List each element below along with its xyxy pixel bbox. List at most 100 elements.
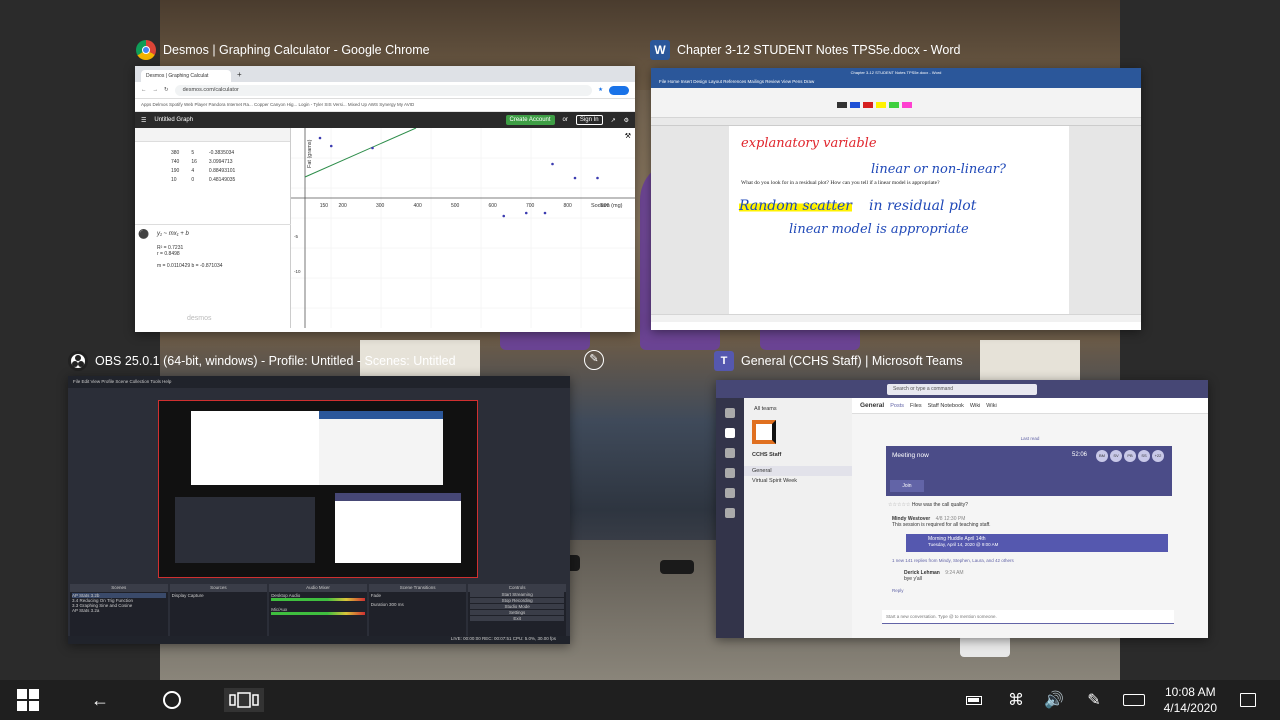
forward-icon[interactable]: → — [153, 87, 159, 93]
data-table[interactable]: 380 5 -0.3835034 740 16 3.0994713 190 4 0.884931… — [165, 148, 241, 184]
profile-avatar[interactable] — [609, 85, 629, 95]
data-table-cell[interactable]: 380 — [165, 148, 185, 157]
share-icon[interactable]: ↗ — [611, 117, 616, 124]
address-bar[interactable]: desmos.com/calculator — [174, 84, 593, 96]
meeting-card[interactable]: Meeting now 52:06 BM SV PB SS +22 Join — [886, 446, 1172, 496]
controls-dock[interactable]: Controls Start Streaming Stop Recording St… — [468, 584, 566, 642]
pen-icon[interactable] — [837, 102, 847, 108]
reload-icon[interactable]: ↻ — [164, 87, 169, 93]
source-item[interactable]: Display Capture — [172, 593, 266, 598]
teams-window-title[interactable]: T General (CCHS Staff) | Microsoft Teams — [714, 351, 963, 371]
task-view-icon[interactable] — [224, 688, 264, 712]
back-arrow-icon[interactable]: ← — [88, 688, 112, 712]
word-window-thumbnail[interactable]: Chapter 3-12 STUDENT Notes TPS5e.docx - … — [651, 68, 1141, 330]
graph-paper[interactable]: 150 200 300 400 500 600 700 800 900 -5 -10 Sodiu… — [291, 127, 635, 328]
teams-nav-icon[interactable] — [725, 428, 735, 438]
data-table-cell[interactable]: -0.3835034 — [203, 148, 241, 157]
data-table-cell[interactable]: 740 — [165, 157, 185, 166]
highlighter-icon[interactable] — [902, 102, 912, 108]
channel-virtual-spirit-week[interactable]: Virtual Spirit Week — [744, 476, 852, 486]
windows-start-icon[interactable] — [16, 688, 40, 712]
data-table-row[interactable]: 10 0 0.48149035 — [165, 175, 241, 184]
data-table-cell[interactable]: 5 — [185, 148, 203, 157]
expression-panel[interactable]: 380 5 -0.3835034 740 16 3.0994713 190 4 0.884931… — [135, 128, 291, 328]
new-tab-icon[interactable]: + — [237, 70, 242, 79]
volume-icon[interactable]: 🔊 — [1042, 688, 1066, 712]
create-account-button[interactable]: Create Account — [505, 115, 555, 125]
data-table-cell[interactable]: 0 — [185, 175, 203, 184]
graph-title[interactable]: Untitled Graph — [154, 117, 193, 123]
data-table-cell[interactable]: 0.48149035 — [203, 175, 241, 184]
data-table-cell[interactable]: 16 — [185, 157, 203, 166]
channel-general[interactable]: General — [744, 466, 852, 476]
transition-select[interactable]: Fade — [371, 593, 465, 598]
desmos-window-title[interactable]: Desmos | Graphing Calculator - Google Ch… — [136, 40, 430, 60]
teams-channel-list[interactable]: All teams CCHS Staff General Virtual Spi… — [744, 398, 852, 638]
pen-workspace-icon[interactable]: ✎ — [584, 350, 604, 370]
tab-files[interactable]: Files — [910, 403, 922, 409]
transition-duration[interactable]: Duration 300 ms — [371, 602, 465, 607]
data-table-row[interactable]: 190 4 0.88493101 — [165, 166, 241, 175]
desmos-window-thumbnail[interactable]: Desmos | Graphing Calculat + ← → ↻ desmo… — [135, 66, 635, 332]
data-table-row[interactable]: 740 16 3.0994713 — [165, 157, 241, 166]
data-table-row[interactable]: 380 5 -0.3835034 — [165, 148, 241, 157]
control-button[interactable]: Stop Recording — [470, 598, 564, 603]
touch-keyboard-icon[interactable] — [1122, 688, 1146, 712]
assignments-icon[interactable] — [725, 448, 735, 458]
control-button[interactable]: Start Streaming — [470, 592, 564, 597]
activity-icon[interactable] — [725, 408, 735, 418]
obs-window-title[interactable]: OBS 25.0.1 (64-bit, windows) - Profile: … — [68, 351, 456, 371]
battery-icon[interactable] — [962, 688, 986, 712]
pen-icon[interactable] — [863, 102, 873, 108]
pen-ink-workspace-icon[interactable]: ✎ — [1082, 688, 1106, 712]
wrench-icon[interactable]: ⚒ — [625, 132, 631, 140]
data-table-cell[interactable]: 10 — [165, 175, 185, 184]
sign-in-button[interactable]: Sign In — [575, 115, 603, 125]
highlighter-icon[interactable] — [889, 102, 899, 108]
reply-link[interactable]: Reply — [892, 588, 904, 593]
tab-wiki[interactable]: Wiki — [970, 403, 980, 409]
control-button[interactable]: Settings — [470, 610, 564, 615]
word-page[interactable]: explanatory variable What do you look fo… — [729, 126, 1069, 322]
volume-meter[interactable] — [271, 612, 365, 615]
data-table-cell[interactable]: 0.88493101 — [203, 166, 241, 175]
bookmarks-bar[interactable]: Apps Delmos Spotify Web Player Pandora I… — [135, 99, 635, 112]
chrome-tab[interactable]: Desmos | Graphing Calculat — [141, 70, 231, 82]
pen-gallery[interactable] — [837, 102, 912, 108]
join-button[interactable]: Join — [890, 480, 924, 492]
scenes-dock[interactable]: Scenes AP Stats 3.2b 3.4 Reducing On Trig… — [70, 584, 168, 642]
obs-preview[interactable] — [158, 400, 478, 578]
teams-app-rail[interactable] — [716, 398, 744, 638]
word-window-title[interactable]: W Chapter 3-12 STUDENT Notes TPS5e.docx … — [650, 40, 960, 60]
settings-gear-icon[interactable]: ⚙ — [624, 117, 629, 124]
team-name[interactable]: CCHS Staff — [744, 444, 852, 458]
scene-item[interactable]: AP Stats 3.2a — [72, 608, 166, 613]
compose-box[interactable]: Start a new conversation. Type @ to ment… — [882, 610, 1174, 624]
event-card[interactable]: Morning Huddle April 14th Tuesday, April… — [906, 534, 1168, 552]
word-ribbon[interactable] — [651, 88, 1141, 118]
system-clock[interactable]: 10:08 AM 4/14/2020 — [1164, 684, 1217, 716]
data-table-cell[interactable]: 190 — [165, 166, 185, 175]
action-center-icon[interactable] — [1236, 688, 1260, 712]
audio-mixer-dock[interactable]: Audio Mixer Desktop Audio Mic/Aux — [269, 584, 367, 642]
all-teams-link[interactable]: All teams — [744, 398, 852, 412]
hamburger-icon[interactable]: ☰ — [141, 117, 146, 124]
obs-menu-bar[interactable]: File Edit View Profile Scene Collection … — [68, 376, 570, 388]
obs-window-thumbnail[interactable]: File Edit View Profile Scene Collection … — [68, 376, 570, 644]
data-table-cell[interactable]: 3.0994713 — [203, 157, 241, 166]
control-button[interactable]: Studio Mode — [470, 604, 564, 609]
tab-wiki-2[interactable]: Wiki — [986, 403, 996, 409]
cortana-icon[interactable] — [160, 688, 184, 712]
back-icon[interactable]: ← — [141, 87, 147, 93]
sources-dock[interactable]: Sources Display Capture — [169, 584, 268, 642]
calendar-icon[interactable] — [725, 468, 735, 478]
tab-staff-notebook[interactable]: Staff Notebook — [928, 403, 964, 409]
replies-summary[interactable]: 1 new 141 replies from Mindy, Stephen, L… — [892, 558, 1014, 563]
data-table-cell[interactable]: 4 — [185, 166, 203, 175]
scenes-list[interactable]: AP Stats 3.2b 3.4 Reducing On Trig Functi… — [72, 593, 166, 613]
volume-meter[interactable] — [271, 598, 365, 601]
transitions-dock[interactable]: Scene Transitions Fade Duration 300 ms — [368, 584, 467, 642]
calls-icon[interactable] — [725, 488, 735, 498]
files-icon[interactable] — [725, 508, 735, 518]
regression-expression[interactable]: y₁ ~ mx₁ + b R² = 0.7231 r = 0.8498 m = … — [135, 224, 291, 288]
